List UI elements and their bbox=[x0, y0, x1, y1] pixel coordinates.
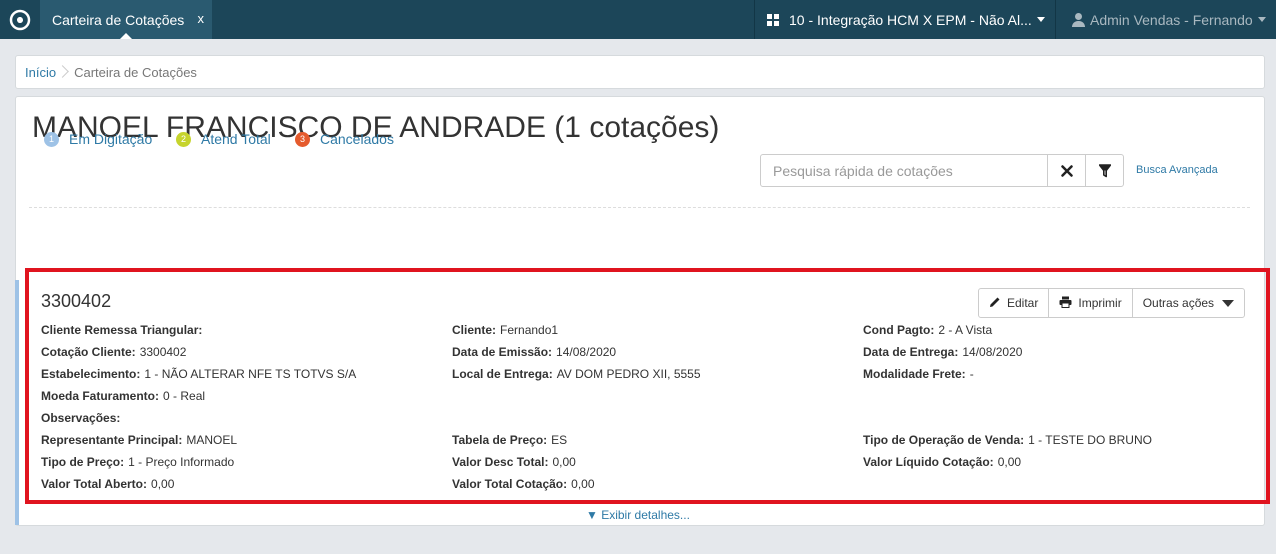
field-local-entrega: Local de Entrega: AV DOM PEDRO XII, 5555 bbox=[452, 367, 701, 381]
field-valor-total-cotacao: Valor Total Cotação: 0,00 bbox=[452, 477, 595, 491]
user-label: Admin Vendas - Fernando bbox=[1090, 11, 1253, 28]
show-details-link[interactable]: ▼ Exibir detalhes... bbox=[586, 508, 690, 522]
breadcrumb: Início Carteira de Cotações bbox=[15, 55, 1265, 89]
divider bbox=[29, 207, 1250, 208]
other-actions-label: Outras ações bbox=[1142, 296, 1215, 310]
field-data-emissao: Data de Emissão: 14/08/2020 bbox=[452, 345, 617, 359]
print-button[interactable]: Imprimir bbox=[1049, 289, 1133, 317]
breadcrumb-separator bbox=[60, 62, 68, 82]
field-tipo-operacao: Tipo de Operação de Venda: 1 - TESTE DO B… bbox=[863, 433, 1152, 447]
pencil-icon bbox=[989, 296, 1001, 311]
field-valor-liquido: Valor Líquido Cotação: 0,00 bbox=[863, 455, 1022, 469]
quick-search-input[interactable] bbox=[760, 154, 1048, 187]
user-menu[interactable]: Admin Vendas - Fernando bbox=[1062, 0, 1276, 39]
field-cond-pagto: Cond Pagto: 2 - A Vista bbox=[863, 323, 993, 337]
tab-active-indicator bbox=[120, 33, 132, 39]
caret-down-icon bbox=[1222, 299, 1235, 307]
status-badge: 2 bbox=[176, 131, 191, 147]
filter-icon bbox=[1098, 163, 1111, 177]
top-navbar: Carteira de Cotações x 10 - Integração H… bbox=[0, 0, 1276, 39]
print-icon bbox=[1059, 296, 1072, 311]
other-actions-dropdown[interactable]: Outras ações bbox=[1133, 289, 1244, 317]
field-tipo-preco: Tipo de Preço: 1 - Preço Informado bbox=[41, 455, 235, 469]
company-selector[interactable]: 10 - Integração HCM X EPM - Não Al... bbox=[754, 0, 1056, 39]
legend-label: Em Digitação bbox=[69, 131, 153, 147]
breadcrumb-current: Carteira de Cotações bbox=[74, 64, 197, 80]
grid-icon bbox=[767, 13, 779, 26]
app-logo-icon[interactable] bbox=[0, 0, 40, 39]
close-icon bbox=[1060, 164, 1073, 177]
clear-search-button[interactable] bbox=[1047, 154, 1086, 187]
chevron-down-icon bbox=[1258, 17, 1266, 22]
legend-label: Atend Total bbox=[201, 131, 271, 147]
company-label: 10 - Integração HCM X EPM - Não Al... bbox=[789, 11, 1032, 28]
user-icon bbox=[1072, 12, 1085, 27]
status-badge: 3 bbox=[295, 131, 310, 147]
legend-item-atend-total[interactable]: 2 Atend Total bbox=[176, 131, 271, 147]
filter-button[interactable] bbox=[1085, 154, 1124, 187]
print-label: Imprimir bbox=[1078, 296, 1122, 310]
status-badge: 1 bbox=[44, 131, 59, 147]
legend-label: Cancelados bbox=[320, 131, 394, 147]
edit-button[interactable]: Editar bbox=[979, 289, 1050, 317]
edit-label: Editar bbox=[1007, 296, 1039, 310]
status-accent-bar bbox=[15, 280, 19, 525]
field-moeda-faturamento: Moeda Faturamento: 0 - Real bbox=[41, 389, 206, 403]
chevron-down-icon bbox=[1037, 17, 1045, 22]
advanced-search-link[interactable]: Busca Avançada bbox=[1136, 164, 1218, 176]
tab-close-icon[interactable]: x bbox=[198, 11, 205, 26]
legend-item-cancelados[interactable]: 3 Cancelados bbox=[295, 131, 394, 147]
action-button-group: Editar Imprimir Outras ações bbox=[978, 288, 1246, 318]
field-cotacao-cliente: Cotação Cliente: 3300402 bbox=[41, 345, 187, 359]
field-cliente-remessa: Cliente Remessa Triangular: bbox=[41, 323, 203, 337]
legend-item-em-digitacao[interactable]: 1 Em Digitação bbox=[44, 131, 152, 147]
field-data-entrega: Data de Entrega: 14/08/2020 bbox=[863, 345, 1023, 359]
field-valor-desc-total: Valor Desc Total: 0,00 bbox=[452, 455, 576, 469]
quotation-number[interactable]: 3300402 bbox=[41, 291, 111, 312]
tab-carteira-cotacoes[interactable]: Carteira de Cotações x bbox=[40, 0, 212, 39]
field-observacoes: Observações: bbox=[41, 411, 121, 425]
field-tabela-preco: Tabela de Preço: ES bbox=[452, 433, 568, 447]
field-estabelecimento: Estabelecimento: 1 - NÃO ALTERAR NFE TS T… bbox=[41, 367, 357, 381]
tab-label: Carteira de Cotações bbox=[52, 11, 185, 28]
field-representante: Representante Principal: MANOEL bbox=[41, 433, 238, 447]
field-valor-total-aberto: Valor Total Aberto: 0,00 bbox=[41, 477, 175, 491]
breadcrumb-home-link[interactable]: Início bbox=[25, 65, 56, 80]
field-cliente: Cliente: Fernando1 bbox=[452, 323, 559, 337]
field-modalidade-frete: Modalidade Frete: - bbox=[863, 367, 974, 381]
